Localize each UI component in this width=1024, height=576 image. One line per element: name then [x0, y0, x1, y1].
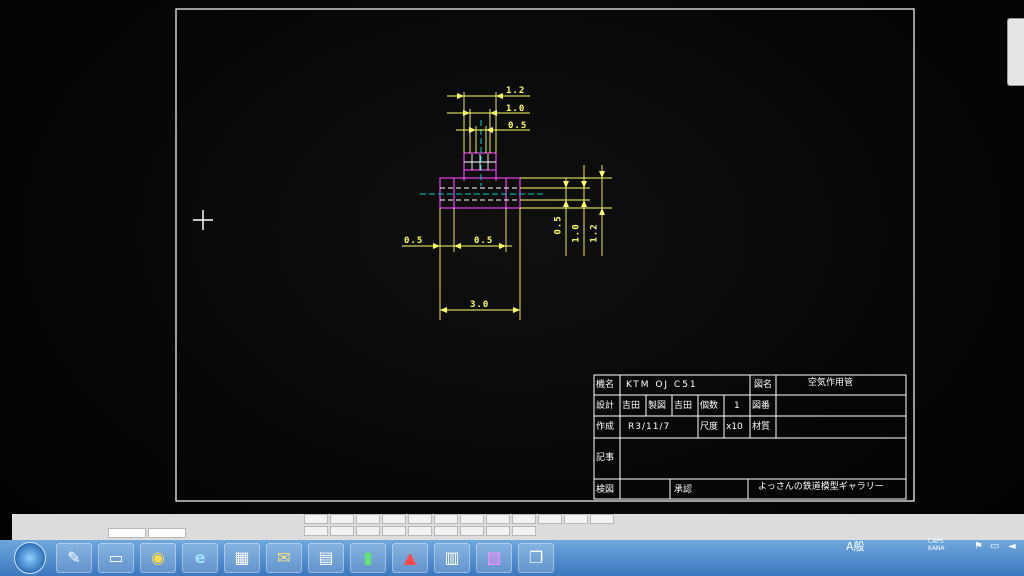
- stem-hatch: [464, 154, 496, 170]
- ime-indicator[interactable]: A般: [846, 540, 865, 554]
- strip-button-6[interactable]: [434, 514, 458, 524]
- paint-icon[interactable]: ✎: [56, 543, 92, 573]
- strip-button-1[interactable]: [304, 514, 328, 524]
- title-created-label: 作成: [596, 422, 615, 432]
- strip-button-4[interactable]: [382, 514, 406, 524]
- strip-button-14[interactable]: [330, 526, 354, 536]
- strip-input-2[interactable]: [148, 528, 186, 538]
- strip-button-20[interactable]: [486, 526, 510, 536]
- dim-3-0: 3.0: [470, 300, 490, 310]
- strip-button-3[interactable]: [356, 514, 380, 524]
- windows-start-icon[interactable]: [14, 542, 46, 574]
- strip-button-19[interactable]: [460, 526, 484, 536]
- strip-button-17[interactable]: [408, 526, 432, 536]
- strip-button-13[interactable]: [304, 526, 328, 536]
- mail-icon[interactable]: ✉: [266, 543, 302, 573]
- strip-button-21[interactable]: [512, 526, 536, 536]
- dimension-lines: [402, 92, 612, 320]
- window-icon[interactable]: ❐: [518, 543, 554, 573]
- title-created-value: R3/11/7: [628, 422, 671, 432]
- title-model-label: 機名: [596, 380, 615, 390]
- title-scale-value: x10: [726, 422, 743, 432]
- dim-0-5-top: 0.5: [508, 121, 528, 131]
- calc-icon[interactable]: ▥: [434, 543, 470, 573]
- strip-button-2[interactable]: [330, 514, 354, 524]
- title-quantity-label: 個数: [700, 401, 719, 411]
- file-icon[interactable]: ▭: [98, 543, 134, 573]
- title-drawing-name-label: 図名: [754, 380, 773, 390]
- monitor-icon[interactable]: ▭: [990, 540, 999, 554]
- jw-cad-icon[interactable]: ▧: [476, 543, 512, 573]
- strip-button-12[interactable]: [590, 514, 614, 524]
- strip-button-5[interactable]: [408, 514, 432, 524]
- strip-button-11[interactable]: [564, 514, 588, 524]
- title-scale-label: 尺度: [700, 422, 719, 432]
- ie-icon[interactable]: e: [182, 543, 218, 573]
- tool-panel[interactable]: [1007, 18, 1024, 86]
- strip-input-1[interactable]: [108, 528, 146, 538]
- flag-icon[interactable]: ⚑: [974, 540, 983, 554]
- strip-button-7[interactable]: [460, 514, 484, 524]
- chrome-icon[interactable]: ◉: [140, 543, 176, 573]
- strip-button-16[interactable]: [382, 526, 406, 536]
- title-gallery-value: よっさんの鉄道模型ギャラリー: [758, 482, 884, 492]
- strip-button-8[interactable]: [486, 514, 510, 524]
- ime-mode: CAPS KANA: [928, 538, 945, 552]
- dim-1-2-vertical: 1.2: [589, 223, 600, 243]
- network-icon[interactable]: ▦: [224, 543, 260, 573]
- title-approve-label: 承認: [674, 485, 693, 495]
- cursor-crosshair-icon: [193, 210, 213, 230]
- title-quantity-value: 1: [734, 401, 740, 411]
- title-drafting-label: 製図: [648, 401, 667, 411]
- sheet-frame: [175, 8, 915, 502]
- strip-button-10[interactable]: [538, 514, 562, 524]
- title-check-label: 検図: [596, 485, 615, 495]
- title-drafting-value: 吉田: [674, 401, 693, 411]
- notepad-icon[interactable]: ▤: [308, 543, 344, 573]
- title-material-label: 材質: [752, 422, 771, 432]
- dim-0-5-vertical: 0.5: [553, 215, 564, 235]
- dim-1-2-top: 1.2: [506, 86, 526, 96]
- title-notes-label: 記事: [596, 453, 615, 463]
- dim-0-5-left: 0.5: [404, 236, 424, 246]
- title-drawing-name-value: 空気作用管: [808, 378, 854, 388]
- dim-1-0-top: 1.0: [506, 104, 526, 114]
- strip-button-18[interactable]: [434, 526, 458, 536]
- title-design-label: 設計: [596, 401, 615, 411]
- title-model-value: KTM OJ C51: [626, 380, 698, 390]
- green-app-icon[interactable]: ▮: [350, 543, 386, 573]
- dim-1-0-vertical: 1.0: [571, 223, 582, 243]
- strip-button-15[interactable]: [356, 526, 380, 536]
- strip-button-9[interactable]: [512, 514, 536, 524]
- centerlines: [420, 120, 546, 195]
- title-block-grid: [593, 374, 907, 500]
- command-strip[interactable]: [12, 514, 1024, 540]
- title-drawing-no-label: 図番: [752, 401, 771, 411]
- dim-0-5-mid: 0.5: [474, 236, 494, 246]
- speaker-icon[interactable]: ◄: [1008, 540, 1016, 554]
- title-design-value: 吉田: [622, 401, 641, 411]
- pdf-icon[interactable]: ▲: [392, 543, 428, 573]
